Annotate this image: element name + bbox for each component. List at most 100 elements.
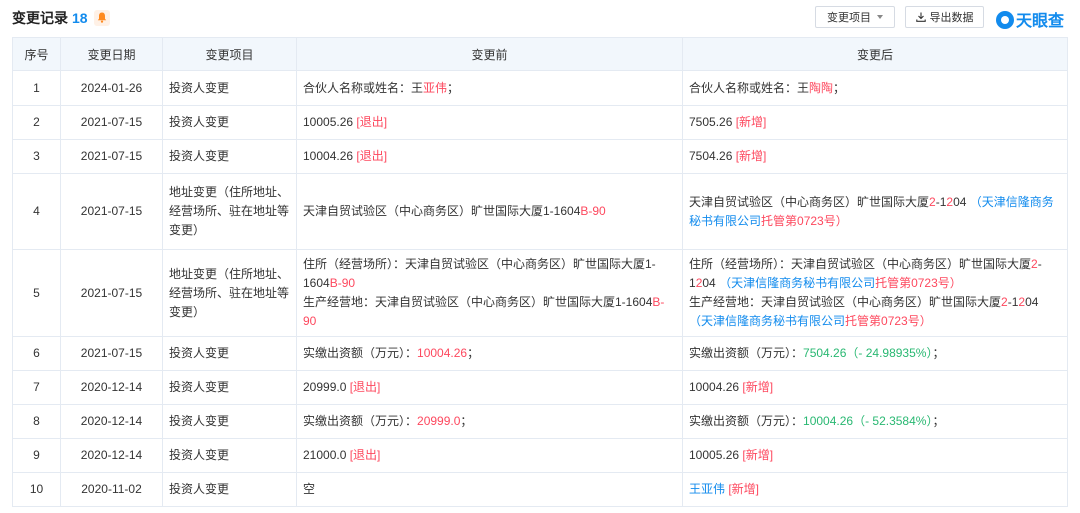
text-segment: ； xyxy=(833,80,846,95)
cell-line: 生产经营地：天津自贸试验区（中心商务区）旷世国际大厦1-1604B-90 xyxy=(303,293,676,331)
cell-line: 合伙人名称或姓名：王亚伟； xyxy=(303,79,676,98)
cell-date: 2024-01-26 xyxy=(60,70,163,106)
cell-date: 2021-07-15 xyxy=(60,105,163,140)
cell-item: 投资人变更 xyxy=(162,370,297,405)
cell-date: 2021-07-15 xyxy=(60,249,163,337)
text-segment: 住所（经营场所）：天津自贸试验区（中心商务区）旷世国际大厦 xyxy=(689,257,1032,271)
highlight-text: [新增] xyxy=(742,380,774,394)
table-row: 2 2021-07-15 投资人变更 10005.26 [退出] 7505.26 [新增… xyxy=(12,105,1068,140)
text-segment: 住所（经营场所）：天津自贸试验区（中心商务区）旷世国际大厦1-1604 xyxy=(303,257,656,290)
cell-before: 住所（经营场所）：天津自贸试验区（中心商务区）旷世国际大厦1-1604B-90 生… xyxy=(296,249,683,337)
text-segment: ； xyxy=(932,414,945,428)
highlight-text[interactable]: （天津信隆商务秘书有限公司 xyxy=(719,276,875,290)
highlight-text: [新增] xyxy=(742,448,774,462)
cell-date: 2020-12-14 xyxy=(60,404,163,439)
chevron-down-icon xyxy=(877,15,883,19)
text-segment: -1 xyxy=(935,194,947,209)
highlight-text: 20999.0 xyxy=(417,414,461,428)
export-label: 导出数据 xyxy=(929,12,974,24)
highlight-text: 2 xyxy=(1001,295,1008,309)
cell-before: 天津自贸试验区（中心商务区）旷世国际大厦1-1604B-90 xyxy=(296,173,683,250)
cell-item: 投资人变更 xyxy=(162,70,297,106)
cell-item: 投资人变更 xyxy=(162,105,297,140)
text-segment: 合伙人名称或姓名：王 xyxy=(689,80,810,95)
table-body: 1 2024-01-26 投资人变更 合伙人名称或姓名：王亚伟； 合伙人名称或姓名：王陶… xyxy=(12,70,1068,507)
cell-line: 合伙人名称或姓名：王陶陶； xyxy=(689,79,1061,98)
cell-line: 实缴出资额（万元）：20999.0； xyxy=(303,412,676,431)
cell-item: 地址变更（住所地址、经营场所、驻在地址等变更） xyxy=(162,173,297,250)
text-segment: 实缴出资额（万元）： xyxy=(303,414,418,428)
text-segment: 04 xyxy=(702,276,720,290)
section-title-text: 变更记录 xyxy=(12,10,68,26)
table-row: 8 2020-12-14 投资人变更 实缴出资额（万元）：20999.0； 实缴出资额（… xyxy=(12,404,1068,439)
bell-icon[interactable] xyxy=(93,10,110,26)
text-segment: 04 xyxy=(1025,295,1039,309)
text-segment: 天津自贸试验区（中心商务区）旷世国际大厦1-1604 xyxy=(303,204,581,218)
table-row: 5 2021-07-15 地址变更（住所地址、经营场所、驻在地址等变更） 住所（经营场… xyxy=(12,249,1068,337)
column-header-after: 变更后 xyxy=(682,37,1068,71)
record-count: 18 xyxy=(72,10,88,26)
highlight-text[interactable]: （天津信隆商务秘书有限公司 xyxy=(689,314,845,328)
cell-after: 10004.26 [新增] xyxy=(682,370,1068,405)
table-row: 3 2021-07-15 投资人变更 10004.26 [退出] 7504.26 [新增… xyxy=(12,139,1068,174)
cell-item: 投资人变更 xyxy=(162,472,297,507)
tianyancha-logo-icon xyxy=(996,11,1014,29)
text-segment: ； xyxy=(932,346,945,360)
cell-index: 5 xyxy=(12,249,61,337)
highlight-text: [新增] xyxy=(725,482,760,496)
text-segment: ； xyxy=(460,414,473,428)
text-segment: 10005.26 xyxy=(689,448,743,462)
change-item-filter-button[interactable]: 变更项目 xyxy=(815,6,895,28)
highlight-text: [退出] xyxy=(356,115,388,129)
highlight-text: 亚伟 xyxy=(423,80,448,95)
cell-before: 合伙人名称或姓名：王亚伟； xyxy=(296,70,683,106)
cell-after: 王亚伟 [新增] xyxy=(682,472,1068,507)
cell-line: 10004.26 [新增] xyxy=(689,378,1061,397)
text-segment: 生产经营地：天津自贸试验区（中心商务区）旷世国际大厦 xyxy=(689,295,1002,309)
cell-item: 地址变更（住所地址、经营场所、驻在地址等变更） xyxy=(162,249,297,337)
highlight-text: 7504.26（- 24.98935%） xyxy=(803,346,933,360)
table-row: 9 2020-12-14 投资人变更 21000.0 [退出] 10005.26 [新增… xyxy=(12,438,1068,473)
highlight-text[interactable]: 王亚伟 xyxy=(689,482,725,496)
cell-index: 2 xyxy=(12,105,61,140)
cell-before: 21000.0 [退出] xyxy=(296,438,683,473)
text-segment: -1 xyxy=(1007,295,1019,309)
logo-text: 天眼查 xyxy=(1016,13,1065,30)
highlight-text: B-90 xyxy=(580,204,606,218)
cell-line: 住所（经营场所）：天津自贸试验区（中心商务区）旷世国际大厦1-1604B-90 xyxy=(303,255,676,293)
tianyancha-logo: 天眼查 xyxy=(996,7,1064,31)
cell-item: 投资人变更 xyxy=(162,438,297,473)
text-segment: 实缴出资额（万元）： xyxy=(689,414,804,428)
text-segment: 10004.26 xyxy=(689,380,743,394)
column-header-date: 变更日期 xyxy=(60,37,163,71)
cell-after: 7505.26 [新增] xyxy=(682,105,1068,140)
highlight-text: 托管第0723号） xyxy=(845,314,932,328)
download-icon xyxy=(915,12,926,22)
cell-index: 1 xyxy=(12,70,61,106)
cell-date: 2020-12-14 xyxy=(60,438,163,473)
cell-item: 投资人变更 xyxy=(162,139,297,174)
cell-line: 天津自贸试验区（中心商务区）旷世国际大厦1-1604B-90 xyxy=(303,202,676,221)
cell-date: 2020-11-02 xyxy=(60,472,163,507)
cell-index: 7 xyxy=(12,370,61,405)
cell-index: 8 xyxy=(12,404,61,439)
cell-line: 10005.26 [新增] xyxy=(689,446,1061,465)
text-segment: 10004.26 xyxy=(303,149,357,163)
table-row: 7 2020-12-14 投资人变更 20999.0 [退出] 10004.26 [新增… xyxy=(12,370,1068,405)
highlight-text: B-90 xyxy=(329,276,356,290)
table-header-row: 序号 变更日期 变更项目 变更前 变更后 xyxy=(12,37,1068,71)
cell-line: 10004.26 [退出] xyxy=(303,147,676,166)
cell-after: 住所（经营场所）：天津自贸试验区（中心商务区）旷世国际大厦2-1204 （天津信… xyxy=(682,249,1068,337)
highlight-text: 陶陶 xyxy=(809,80,834,95)
change-records-table: 序号 变更日期 变更项目 变更前 变更后 1 2024-01-26 投资人变更 合伙人… xyxy=(12,37,1068,507)
cell-after: 合伙人名称或姓名：王陶陶； xyxy=(682,70,1068,106)
export-data-button[interactable]: 导出数据 xyxy=(905,6,984,28)
section-header: 变更记录 18 变更项目 导出数据 天眼查 xyxy=(0,0,1080,34)
cell-line: 7504.26 [新增] xyxy=(689,147,1061,166)
highlight-text: 托管第0723号） xyxy=(761,213,848,228)
text-segment: 20999.0 xyxy=(303,380,350,394)
cell-index: 9 xyxy=(12,438,61,473)
text-segment: 10005.26 xyxy=(303,115,357,129)
cell-line: 10005.26 [退出] xyxy=(303,113,676,132)
cell-item: 投资人变更 xyxy=(162,404,297,439)
